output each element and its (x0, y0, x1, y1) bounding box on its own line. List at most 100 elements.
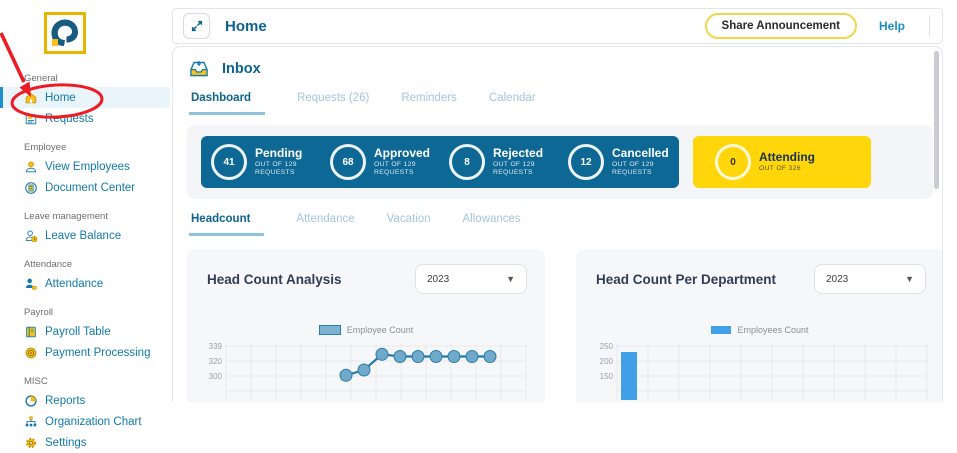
stat-cancelled: 12 Cancelled OUT OF 129 REQUESTS (558, 144, 677, 180)
section-label-payroll: Payroll (24, 307, 170, 318)
stat-sublabel: OUT OF 129 REQUESTS (255, 161, 320, 177)
chevron-down-icon: ▼ (506, 274, 515, 284)
year-select-value: 2023 (826, 274, 848, 285)
svg-text:250: 250 (600, 342, 614, 351)
stat-label: Attending (759, 151, 815, 165)
page-title: Home (225, 18, 267, 35)
tab-calendar[interactable]: Calendar (489, 92, 536, 115)
section-label-attendance: Attendance (24, 259, 170, 270)
tab-reminders[interactable]: Reminders (401, 92, 457, 115)
tab-headcount[interactable]: Headcount (189, 213, 264, 236)
analytics-tabs: Headcount Attendance Vacation Allowances (189, 213, 521, 236)
svg-text:150: 150 (600, 372, 614, 381)
stat-sublabel: OUT OF 129 REQUESTS (493, 161, 558, 177)
request-stats-bar: 41 Pending OUT OF 129 REQUESTS 68 Approv… (201, 136, 679, 188)
attending-card: 0 Attending OUT OF 326 (693, 136, 871, 188)
inbox-icon (189, 60, 209, 78)
sidebar-item-label: View Employees (45, 161, 130, 173)
main-content: Inbox Dashboard Requests (26) Reminders … (172, 46, 943, 402)
stat-label: Approved (374, 147, 439, 161)
settings-icon (24, 436, 38, 450)
stat-ring: 0 (715, 144, 751, 180)
sidebar-item-label: Home (45, 92, 76, 104)
head-count-analysis-card: Head Count Analysis 2023 ▼ Employee Coun… (187, 249, 545, 402)
home-icon (24, 91, 38, 105)
sidebar-item-payment-processing[interactable]: Payment Processing (0, 342, 170, 363)
chart-title: Head Count Analysis (207, 272, 342, 287)
requests-icon (24, 112, 38, 126)
stat-sublabel: OUT OF 129 REQUESTS (612, 161, 677, 177)
share-announcement-button[interactable]: Share Announcement (705, 13, 857, 39)
expand-icon (190, 19, 204, 33)
sidebar-item-settings[interactable]: Settings (0, 432, 170, 453)
tab-vacation[interactable]: Vacation (387, 213, 431, 236)
scrollbar[interactable] (934, 51, 939, 189)
payroll-table-icon (24, 325, 38, 339)
sidebar-item-attendance[interactable]: Attendance (0, 273, 170, 294)
expand-button[interactable] (183, 13, 210, 39)
sidebar-item-label: Requests (45, 113, 94, 125)
inbox-title: Inbox (222, 61, 261, 77)
stat-attending: 0 Attending OUT OF 326 (693, 144, 815, 180)
view-employees-icon (24, 160, 38, 174)
legend-label: Employee Count (347, 325, 414, 335)
sidebar-item-label: Settings (45, 437, 87, 449)
stat-pending: 41 Pending OUT OF 129 REQUESTS (201, 144, 320, 180)
sidebar-item-document-center[interactable]: Document Center (0, 177, 170, 198)
year-select[interactable]: 2023 ▼ (415, 264, 527, 294)
sidebar-item-reports[interactable]: Reports (0, 390, 170, 411)
chart-title: Head Count Per Department (596, 272, 776, 287)
sidebar-item-leave-balance[interactable]: Leave Balance (0, 225, 170, 246)
stat-ring: 41 (211, 144, 247, 180)
section-label-misc: MISC (24, 376, 170, 387)
document-center-icon (24, 181, 38, 195)
tab-dashboard[interactable]: Dashboard (189, 92, 265, 115)
help-link[interactable]: Help (879, 19, 905, 33)
year-select[interactable]: 2023 ▼ (814, 264, 926, 294)
tab-attendance[interactable]: Attendance (296, 213, 354, 236)
organization-chart-icon (24, 415, 38, 429)
stat-ring: 68 (330, 144, 366, 180)
line-chart: 339320300 (196, 340, 536, 400)
sidebar-item-label: Reports (45, 395, 85, 407)
top-bar: Home Share Announcement Help (172, 8, 943, 44)
svg-text:200: 200 (600, 357, 614, 366)
svg-text:300: 300 (209, 372, 223, 381)
sidebar-item-label: Payment Processing (45, 347, 150, 359)
tab-allowances[interactable]: Allowances (463, 213, 521, 236)
tab-requests[interactable]: Requests (26) (297, 92, 369, 115)
section-label-general: General (24, 73, 170, 84)
legend-swatch (319, 325, 341, 335)
sidebar-item-label: Document Center (45, 182, 135, 194)
head-count-per-department-card: Head Count Per Department 2023 ▼ Employe… (576, 249, 943, 402)
sidebar-item-label: Payroll Table (45, 326, 111, 338)
sidebar-item-label: Leave Balance (45, 230, 121, 242)
svg-text:339: 339 (209, 342, 223, 351)
legend-swatch (711, 326, 731, 334)
stat-sublabel: OUT OF 326 (759, 165, 815, 173)
stats-panel: 41 Pending OUT OF 129 REQUESTS 68 Approv… (187, 125, 933, 199)
charts-row: Head Count Analysis 2023 ▼ Employee Coun… (187, 249, 943, 402)
header-divider (929, 15, 930, 37)
app-logo (44, 12, 86, 54)
chart-legend: Employees Count (576, 324, 943, 336)
sidebar-item-label: Organization Chart (45, 416, 142, 428)
sidebar-item-requests[interactable]: Requests (0, 108, 170, 129)
sidebar-nav: General Home Requests Employee View Empl… (0, 60, 170, 453)
payment-processing-icon (24, 346, 38, 360)
stat-label: Rejected (493, 147, 558, 161)
sidebar: General Home Requests Employee View Empl… (0, 0, 170, 402)
sidebar-item-organization-chart[interactable]: Organization Chart (0, 411, 170, 432)
sidebar-item-home[interactable]: Home (0, 87, 170, 108)
sidebar-item-view-employees[interactable]: View Employees (0, 156, 170, 177)
stat-rejected: 8 Rejected OUT OF 129 REQUESTS (439, 144, 558, 180)
inbox-tabs: Dashboard Requests (26) Reminders Calend… (189, 92, 536, 115)
sidebar-item-label: Attendance (45, 278, 103, 290)
stat-label: Pending (255, 147, 320, 161)
stat-approved: 68 Approved OUT OF 129 REQUESTS (320, 144, 439, 180)
attendance-icon (24, 277, 38, 291)
section-label-leave-management: Leave management (24, 211, 170, 222)
section-label-employee: Employee (24, 142, 170, 153)
sidebar-item-payroll-table[interactable]: Payroll Table (0, 321, 170, 342)
legend-label: Employees Count (737, 325, 808, 335)
